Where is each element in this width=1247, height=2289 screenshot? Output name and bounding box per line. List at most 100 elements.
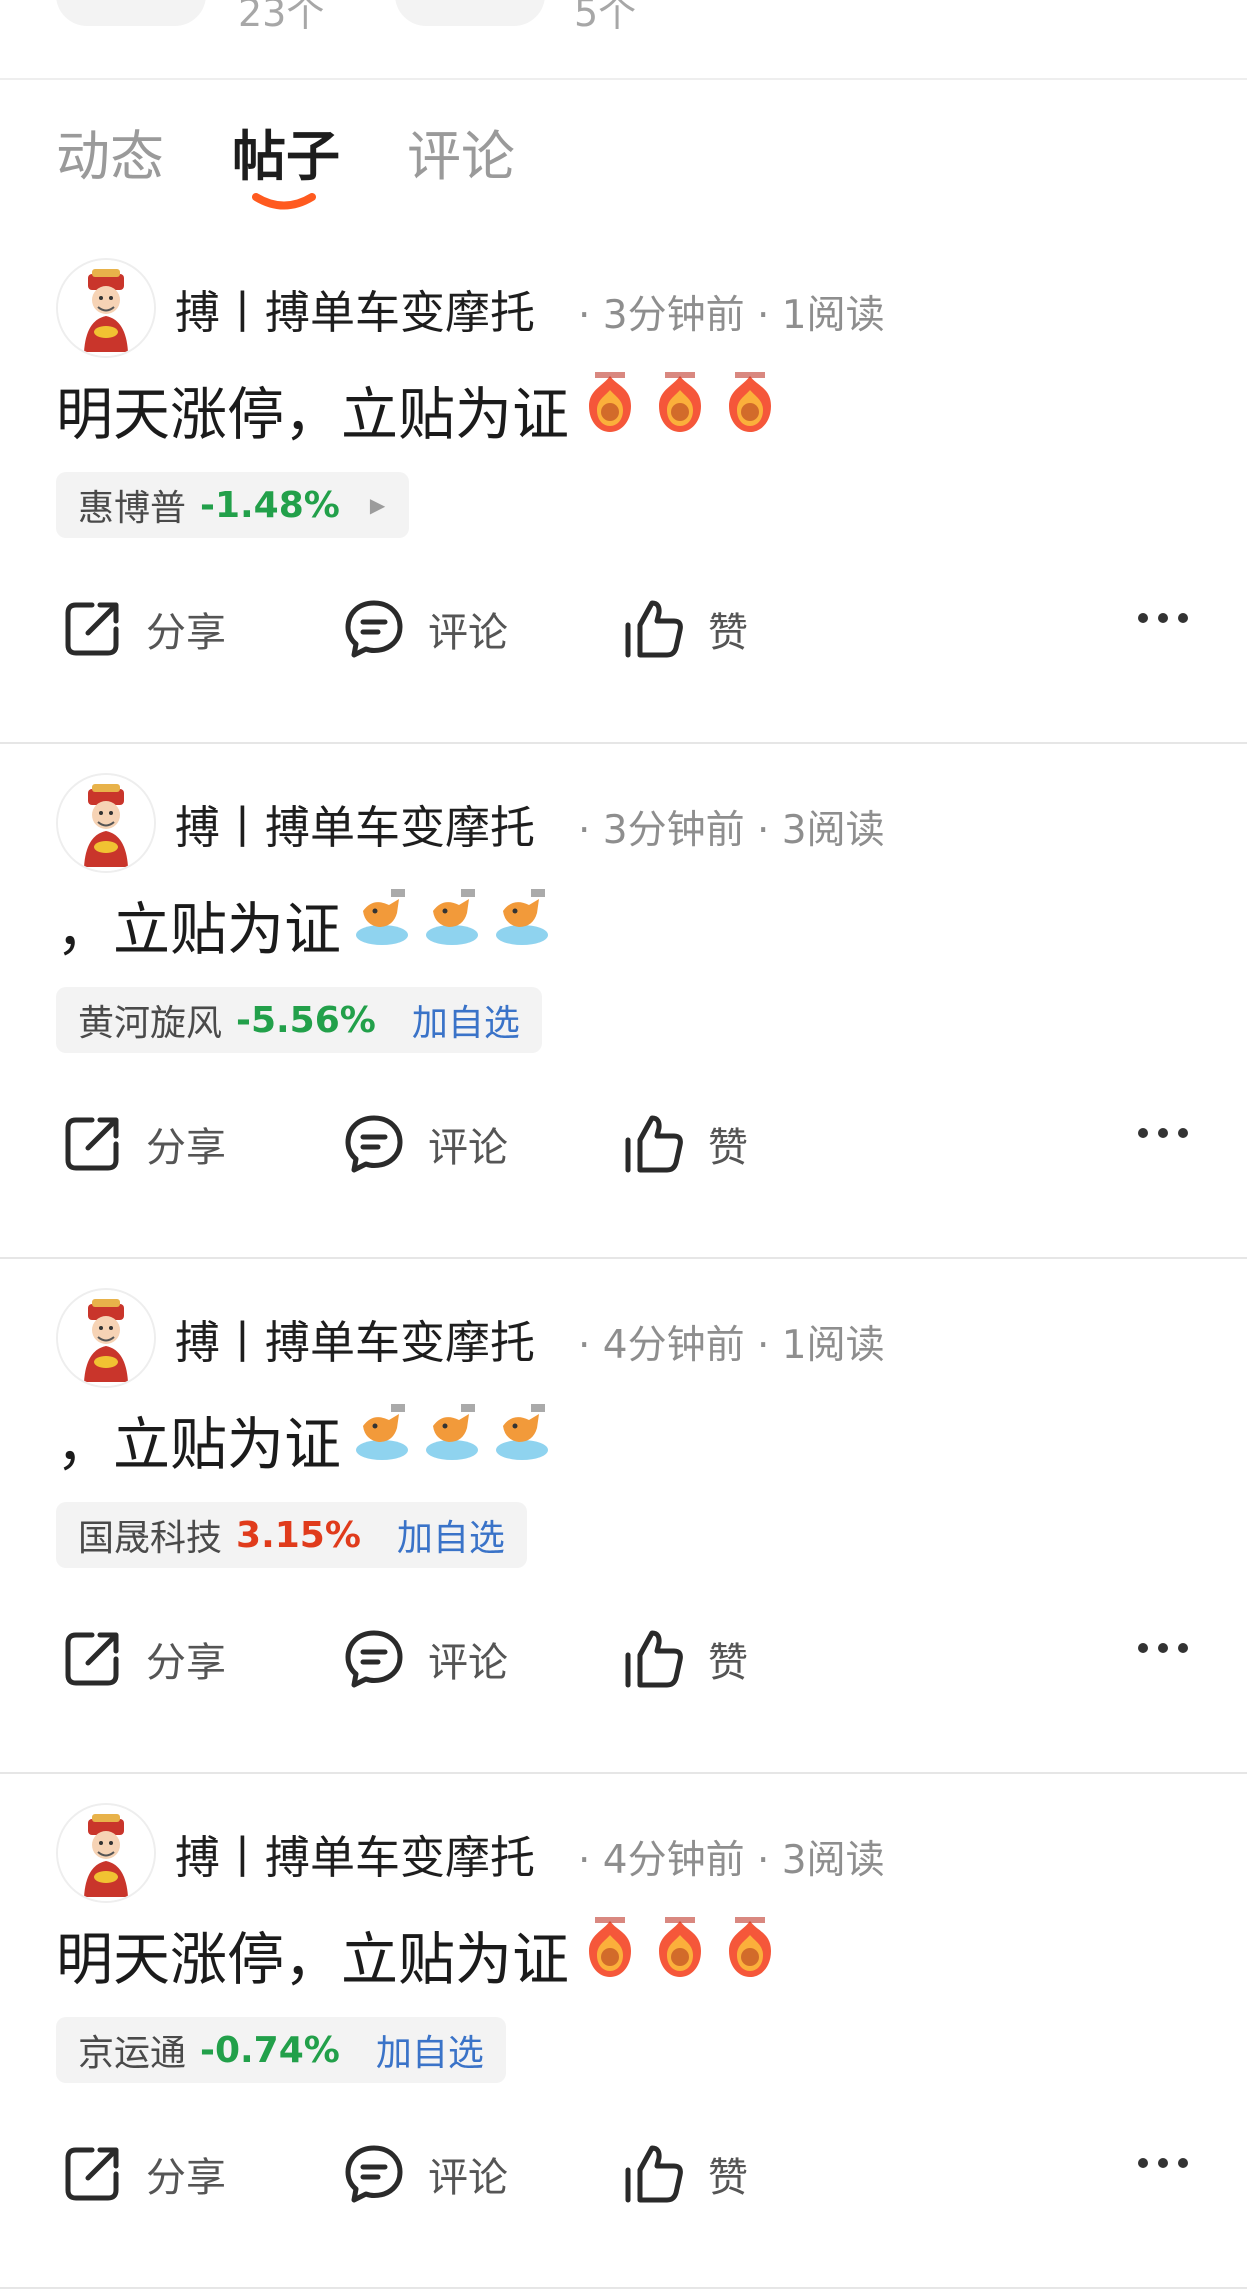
stock-change: 3.15% (236, 1514, 361, 1556)
stat-count-left: 23个 (238, 0, 325, 35)
jump-water-icon (356, 889, 408, 945)
jump-water-icon (496, 1404, 548, 1460)
post-actions: 分享 评论 赞 (0, 1613, 1247, 1703)
post-card[interactable]: 搏丨搏单车变摩托 · 4分钟前 · 3阅读 明天涨停，立贴为证 京运通 -0.7… (0, 1773, 1247, 2289)
add-watchlist-button[interactable]: 加自选 (397, 1509, 505, 1561)
comment-button[interactable]: 评论 (342, 597, 508, 661)
post-actions: 分享 评论 赞 (0, 583, 1247, 673)
more-options-icon[interactable] (1137, 611, 1189, 625)
stock-tag[interactable]: 国晟科技 3.15% 加自选 (56, 1502, 527, 1568)
comment-label: 评论 (428, 1125, 508, 1171)
comment-icon (345, 2145, 403, 2203)
stat-pill-left[interactable] (56, 0, 206, 26)
more-options-icon[interactable] (1137, 1126, 1189, 1140)
comment-icon (345, 1630, 403, 1688)
post-meta: · 4分钟前 · 3阅读 (578, 1838, 885, 1883)
author-name[interactable]: 搏丨搏单车变摩托 (175, 276, 535, 341)
stock-change: -1.48% (200, 484, 340, 526)
fire-bull-icon (659, 1917, 701, 1977)
thumbs-up-icon (625, 2145, 683, 2203)
avatar[interactable] (56, 258, 156, 358)
post-text: ，立贴为证 (56, 897, 341, 963)
share-label: 分享 (146, 610, 226, 656)
like-label: 赞 (708, 1640, 748, 1686)
post-content[interactable]: 明天涨停，立贴为证 (56, 1915, 779, 1995)
post-card[interactable]: 搏丨搏单车变摩托 · 3分钟前 · 3阅读 ，立贴为证 黄河旋风 -5.56% … (0, 743, 1247, 1259)
fire-bull-icon (729, 372, 771, 432)
jump-water-icon (356, 1404, 408, 1460)
like-button[interactable]: 赞 (622, 2142, 748, 2206)
stat-count-right: 5个 (574, 0, 637, 35)
add-watchlist-button[interactable]: 加自选 (412, 994, 520, 1046)
comment-icon (345, 600, 403, 658)
post-card[interactable]: 搏丨搏单车变摩托 · 4分钟前 · 1阅读 ，立贴为证 国晟科技 3.15% 加… (0, 1258, 1247, 1774)
comment-button[interactable]: 评论 (342, 1627, 508, 1691)
author-name[interactable]: 搏丨搏单车变摩托 (175, 1821, 535, 1886)
share-icon (65, 2147, 119, 2201)
comment-button[interactable]: 评论 (342, 2142, 508, 2206)
author-name[interactable]: 搏丨搏单车变摩托 (175, 1306, 535, 1371)
more-options-icon[interactable] (1137, 1641, 1189, 1655)
comment-icon (345, 1115, 403, 1173)
emoji-group (569, 372, 779, 448)
jump-water-icon (426, 1404, 478, 1460)
fire-bull-icon (589, 372, 631, 432)
like-button[interactable]: 赞 (622, 1112, 748, 1176)
post-text: 明天涨停，立贴为证 (56, 382, 569, 448)
avatar[interactable] (56, 1288, 156, 1388)
share-icon (65, 602, 119, 656)
share-button[interactable]: 分享 (60, 597, 226, 661)
caishen-avatar-icon (58, 1290, 154, 1386)
share-label: 分享 (146, 2155, 226, 2201)
like-button[interactable]: 赞 (622, 1627, 748, 1691)
post-text: 明天涨停，立贴为证 (56, 1927, 569, 1993)
comment-button[interactable]: 评论 (342, 1112, 508, 1176)
stock-tag[interactable]: 黄河旋风 -5.56% 加自选 (56, 987, 542, 1053)
post-meta: · 4分钟前 · 1阅读 (578, 1323, 885, 1368)
post-content[interactable]: 明天涨停，立贴为证 (56, 370, 779, 450)
emoji-group (569, 1917, 779, 1993)
play-arrow-icon: ▶ (369, 493, 386, 517)
post-content[interactable]: ，立贴为证 (56, 885, 551, 965)
add-watchlist-button[interactable]: 加自选 (376, 2024, 484, 2076)
avatar[interactable] (56, 773, 156, 873)
share-label: 分享 (146, 1125, 226, 1171)
like-button[interactable]: 赞 (622, 597, 748, 661)
tab-bar: 动态 帖子 评论 (0, 80, 1247, 230)
share-button[interactable]: 分享 (60, 1627, 226, 1691)
stock-name: 国晟科技 (78, 1518, 223, 1559)
stat-pill-right[interactable] (395, 0, 545, 26)
profile-stats-strip: 23个 5个 (0, 0, 1247, 80)
author-name[interactable]: 搏丨搏单车变摩托 (175, 791, 535, 856)
share-button[interactable]: 分享 (60, 1112, 226, 1176)
thumbs-up-icon (625, 1630, 683, 1688)
stock-name: 黄河旋风 (78, 1003, 223, 1044)
thumbs-up-icon (625, 1115, 683, 1173)
stock-tag[interactable]: 惠博普 -1.48% ▶ (56, 472, 410, 538)
fire-bull-icon (589, 1917, 631, 1977)
post-meta: · 3分钟前 · 3阅读 (578, 808, 885, 853)
post-meta: · 3分钟前 · 1阅读 (578, 293, 885, 338)
post-card[interactable]: 搏丨搏单车变摩托 · 3分钟前 · 1阅读 明天涨停，立贴为证 惠博普 -1.4… (0, 228, 1247, 744)
comment-label: 评论 (428, 610, 508, 656)
tab-posts[interactable]: 帖子 (232, 112, 340, 191)
comment-label: 评论 (428, 2155, 508, 2201)
emoji-group (341, 887, 551, 963)
more-options-icon[interactable] (1137, 2156, 1189, 2170)
caishen-avatar-icon (58, 775, 154, 871)
like-label: 赞 (708, 610, 748, 656)
avatar[interactable] (56, 1803, 156, 1903)
share-icon (65, 1117, 119, 1171)
tab-dynamics[interactable]: 动态 (56, 112, 164, 191)
fire-bull-icon (729, 1917, 771, 1977)
like-label: 赞 (708, 2155, 748, 2201)
share-button[interactable]: 分享 (60, 2142, 226, 2206)
stock-change: -5.56% (236, 999, 376, 1041)
tab-comments[interactable]: 评论 (407, 112, 515, 191)
caishen-avatar-icon (58, 1805, 154, 1901)
stock-tag[interactable]: 京运通 -0.74% 加自选 (56, 2017, 506, 2083)
post-actions: 分享 评论 赞 (0, 1098, 1247, 1188)
comment-label: 评论 (428, 1640, 508, 1686)
share-icon (65, 1632, 119, 1686)
post-content[interactable]: ，立贴为证 (56, 1400, 551, 1480)
